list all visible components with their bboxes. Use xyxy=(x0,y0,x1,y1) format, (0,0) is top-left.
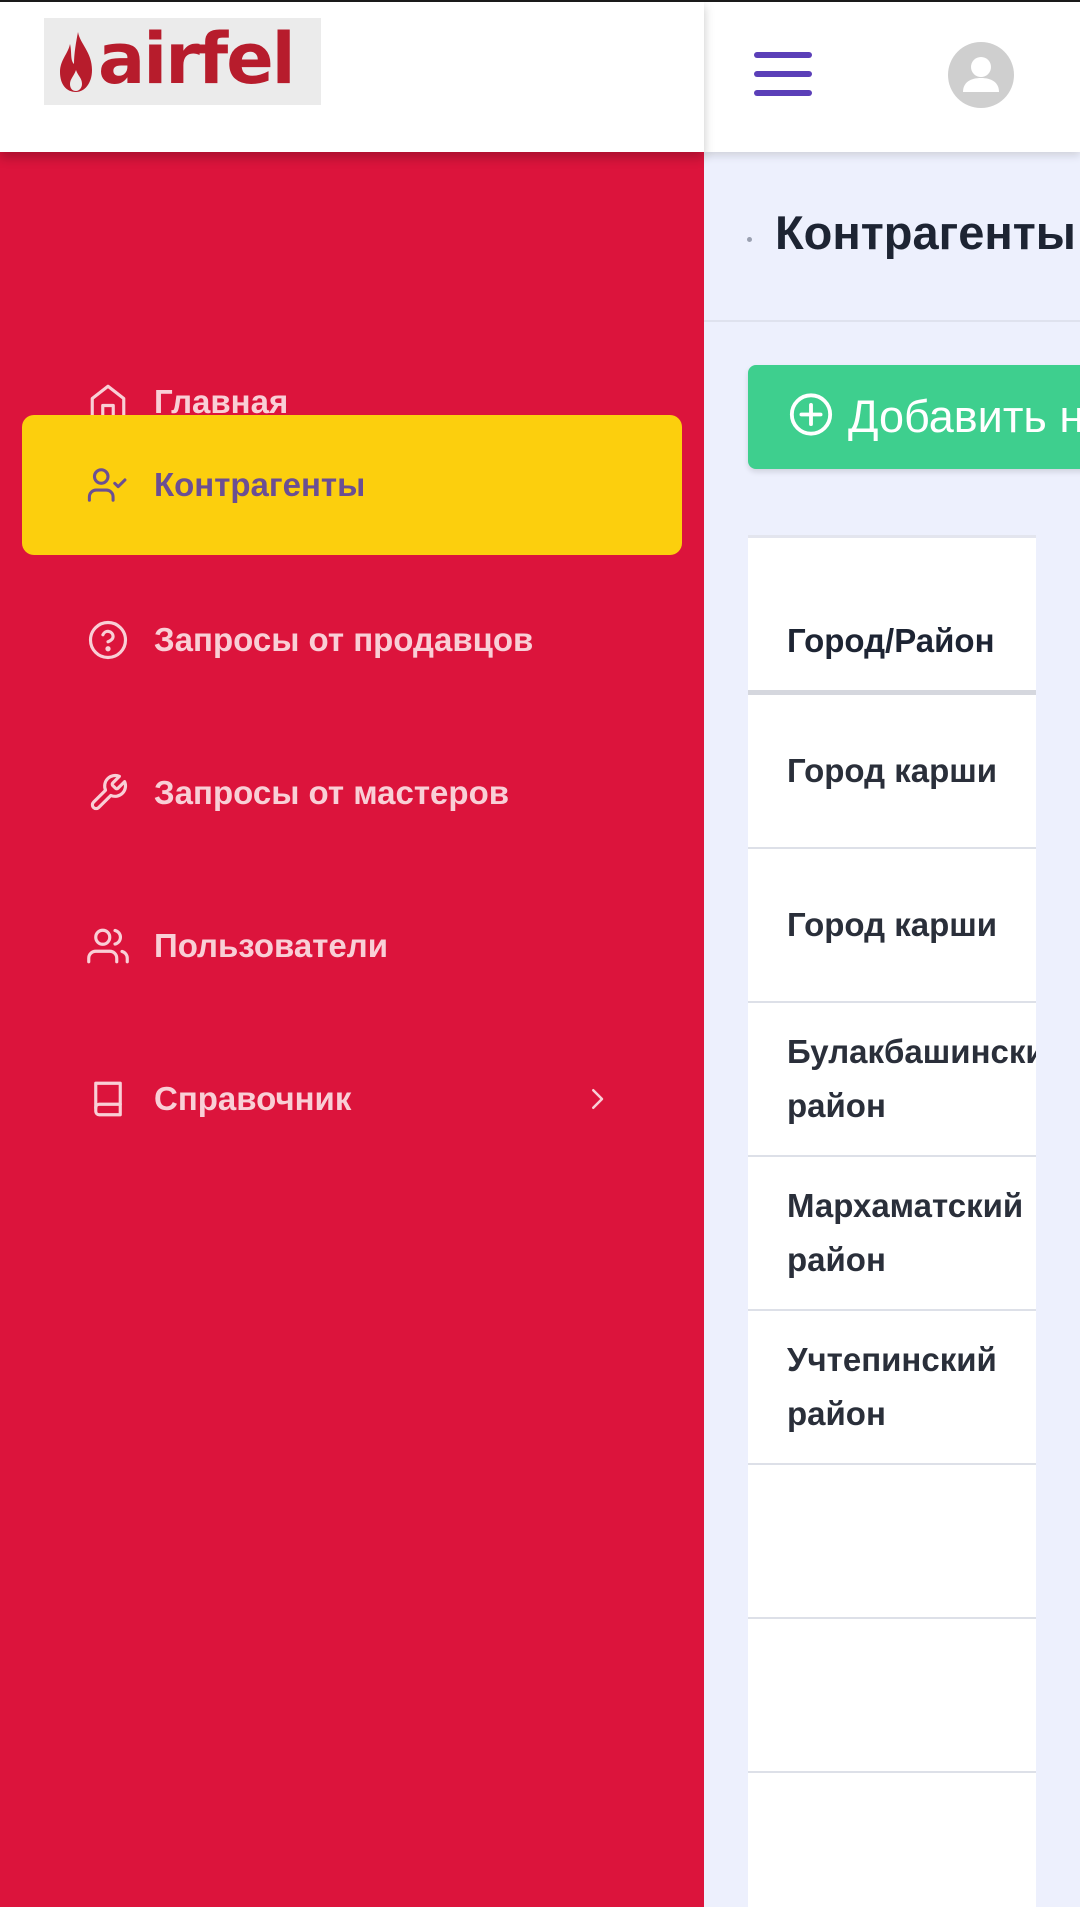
sidebar-item-counterparties[interactable]: Контрагенты xyxy=(22,415,682,555)
flame-icon xyxy=(60,31,92,92)
table-cell: Мархаматский район xyxy=(787,1187,1024,1278)
user-check-icon xyxy=(86,463,130,507)
top-bar xyxy=(704,0,1080,152)
table-row[interactable]: Город карши xyxy=(748,695,1036,849)
table-row[interactable]: Булакбашинский район xyxy=(748,1003,1036,1157)
title-dot xyxy=(747,237,752,242)
table-row[interactable]: Город карши xyxy=(748,849,1036,1003)
sidebar-item-label: Контрагенты xyxy=(154,466,366,503)
sidebar-item-users[interactable]: Пользователи xyxy=(22,876,682,1016)
page-title: Контрагенты xyxy=(775,206,1076,259)
table-cell: Учтепинский район xyxy=(787,1341,997,1432)
table-row[interactable] xyxy=(748,1619,1036,1773)
sidebar-item-label: Запросы от мастеров xyxy=(154,774,510,811)
add-button-label: Добавить н xyxy=(848,391,1080,442)
sidebar-header: airfel xyxy=(0,0,704,152)
sidebar-item-master-requests[interactable]: Запросы от мастеров xyxy=(22,723,682,863)
user-avatar-icon[interactable] xyxy=(948,42,1014,108)
brand-logo[interactable]: airfel xyxy=(44,18,321,105)
sidebar-item-seller-requests[interactable]: Запросы от продавцов xyxy=(22,570,682,710)
users-icon xyxy=(86,924,130,968)
book-icon xyxy=(86,1077,130,1121)
question-circle-icon xyxy=(86,618,130,662)
table-row[interactable] xyxy=(748,1465,1036,1619)
top-border xyxy=(0,0,1080,2)
sidebar-item-label: Справочник xyxy=(154,1080,352,1117)
table-cell: Булакбашинский район xyxy=(787,1033,1036,1124)
add-new-button[interactable]: Добавить н xyxy=(748,365,1080,469)
logo-text: airfel xyxy=(98,17,296,100)
hamburger-menu-icon[interactable] xyxy=(754,52,812,96)
sidebar-item-directory[interactable]: Справочник xyxy=(22,1029,682,1169)
table-row[interactable]: Мархаматский район xyxy=(748,1157,1036,1311)
sidebar: Главная Контрагенты Запросы от продавцов xyxy=(0,152,704,1907)
column-header-city-district: Город/Район xyxy=(787,622,995,659)
main-content: Контрагенты Добавить н Город/Район Город… xyxy=(704,155,1080,1907)
chevron-right-icon xyxy=(582,1081,612,1117)
table-cell: Город карши xyxy=(787,906,998,943)
table-row[interactable] xyxy=(748,1773,1036,1907)
table-header: Город/Район xyxy=(748,538,1036,695)
table-cell: Город карши xyxy=(787,752,998,789)
table-row[interactable]: Учтепинский район xyxy=(748,1311,1036,1465)
sidebar-item-label: Запросы от продавцов xyxy=(154,621,534,658)
counterparties-table: Город/Район Город карши Город карши Була… xyxy=(748,535,1036,1907)
plus-circle-icon xyxy=(788,392,834,443)
page-title-row: Контрагенты xyxy=(704,155,1080,322)
wrench-icon xyxy=(86,771,130,815)
sidebar-item-label: Пользователи xyxy=(154,927,389,964)
